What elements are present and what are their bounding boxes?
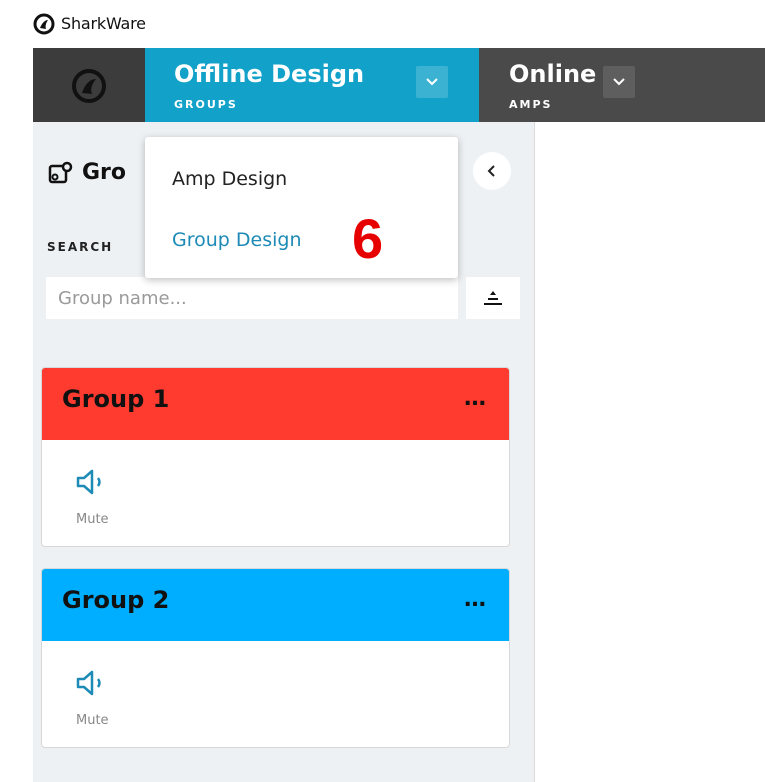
group-name: Group 2: [62, 586, 170, 614]
sharkware-home-icon: [72, 69, 106, 103]
group-more-button[interactable]: …: [464, 386, 487, 411]
chevron-down-icon: [426, 78, 438, 86]
speaker-icon: [76, 469, 101, 495]
group-more-button[interactable]: …: [464, 587, 487, 612]
speaker-icon: [76, 670, 101, 696]
chevron-left-icon: [487, 165, 495, 177]
top-navbar: Offline Design GROUPS Online AMPS: [33, 48, 765, 122]
mute-button[interactable]: [72, 468, 132, 500]
sort-icon: [484, 291, 502, 305]
group-card-header: Group 1 …: [42, 368, 509, 440]
sharkware-logo-icon: [33, 13, 55, 35]
mute-label: Mute: [76, 512, 109, 527]
chevron-down-icon: [613, 78, 625, 86]
sort-button[interactable]: [466, 277, 520, 319]
mute-button[interactable]: [72, 669, 132, 701]
step-annotation-number: 6: [352, 207, 384, 270]
search-label: SEARCH: [47, 240, 114, 254]
panel-title: Gro: [82, 160, 127, 185]
online-dropdown-button[interactable]: [603, 66, 635, 98]
menu-item-amp-design[interactable]: Amp Design: [172, 168, 287, 190]
tab-offline-design-subtitle: GROUPS: [174, 98, 238, 111]
mute-label: Mute: [76, 713, 109, 728]
tab-online[interactable]: Online AMPS: [479, 48, 765, 122]
menu-item-group-design[interactable]: Group Design: [172, 229, 301, 251]
tab-online-title: Online: [509, 60, 597, 88]
home-button[interactable]: [33, 48, 145, 122]
window-titlebar: SharkWare: [0, 0, 765, 48]
window-title: SharkWare: [61, 14, 146, 33]
collapse-panel-button[interactable]: [473, 152, 511, 190]
design-mode-dropdown: Amp Design Group Design: [145, 137, 458, 278]
tab-online-subtitle: AMPS: [509, 98, 553, 111]
groups-icon: [48, 161, 73, 183]
tab-offline-design[interactable]: Offline Design GROUPS: [145, 48, 479, 122]
panel-header: Gro: [48, 160, 126, 185]
group-name: Group 1: [62, 385, 170, 413]
tab-offline-design-title: Offline Design: [174, 60, 365, 88]
main-content-area: [536, 122, 765, 782]
group-card[interactable]: Group 1 … Mute: [41, 367, 510, 547]
offline-design-dropdown-button[interactable]: [416, 66, 448, 98]
group-card[interactable]: Group 2 … Mute: [41, 568, 510, 748]
group-card-header: Group 2 …: [42, 569, 509, 641]
group-search-input[interactable]: [46, 277, 458, 319]
